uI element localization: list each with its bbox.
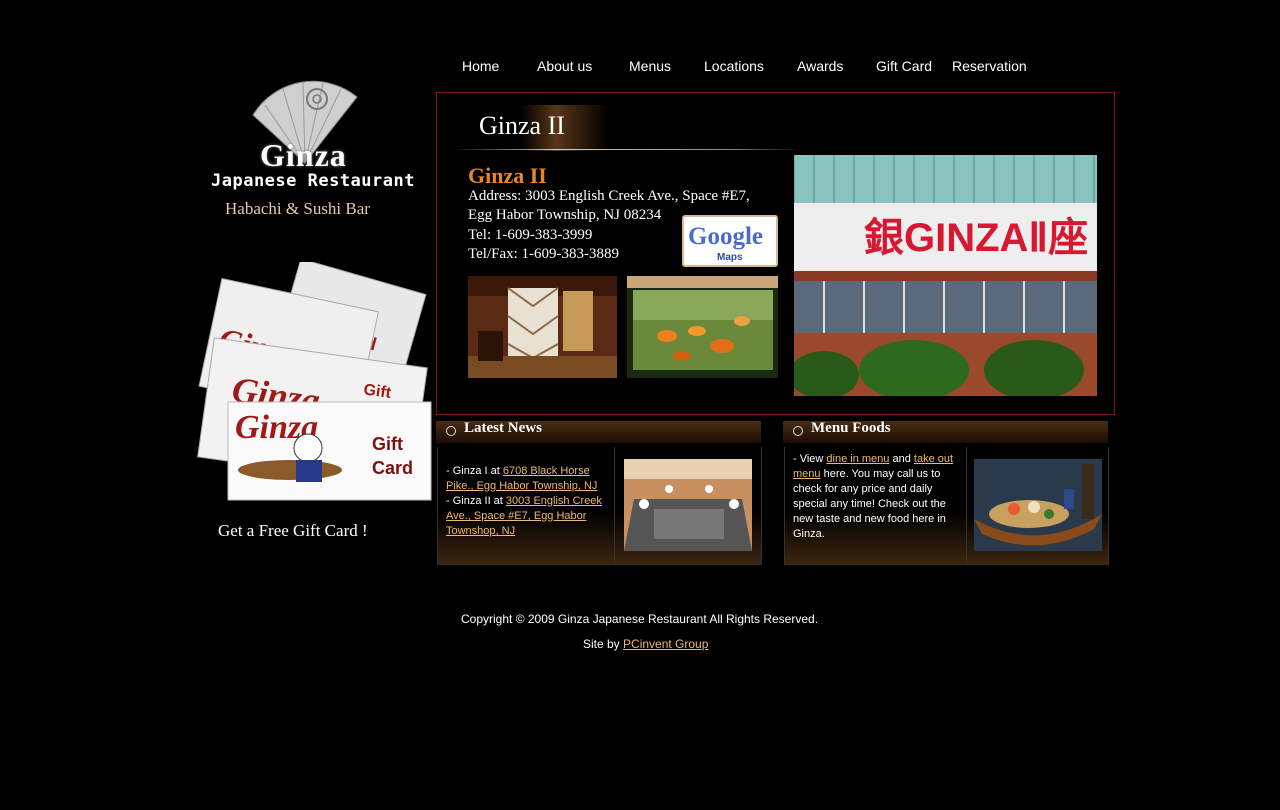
- latest-news-box: - Ginza I at 6708 Black Horse Pike., Egg…: [437, 447, 762, 565]
- latest-news-content: - Ginza I at 6708 Black Horse Pike., Egg…: [446, 464, 608, 539]
- svg-text:銀GINZAⅡ座: 銀GINZAⅡ座: [864, 216, 1088, 260]
- news-item-1-prefix: - Ginza I at: [446, 465, 503, 477]
- menu-foods-middle: and: [889, 453, 914, 465]
- location-name: Ginza II: [468, 163, 547, 188]
- location-address-line-1: Address: 3003 English Creek Ave., Space …: [468, 188, 750, 204]
- circle-bullet-icon: [446, 426, 456, 436]
- news-item-2-prefix: - Ginza II at: [446, 495, 506, 507]
- dine-in-menu-link[interactable]: dine in menu: [826, 453, 889, 465]
- nav-gift-card[interactable]: Gift Card: [876, 58, 932, 74]
- location-fax: Tel/Fax: 1-609-383-3889: [468, 246, 620, 262]
- latest-news-title: Latest News: [464, 420, 542, 436]
- menu-foods-box: - View dine in menu and take out menu he…: [784, 447, 1109, 565]
- nav-menus[interactable]: Menus: [629, 58, 671, 74]
- menu-foods-title: Menu Foods: [811, 420, 891, 436]
- free-gift-card-link[interactable]: Get a Free Gift Card !: [218, 521, 368, 541]
- nav-locations[interactable]: Locations: [704, 58, 764, 74]
- panel-divider: [451, 149, 801, 150]
- nav-awards[interactable]: Awards: [797, 58, 843, 74]
- location-tel: Tel: 1-609-383-3999: [468, 227, 593, 243]
- interior-photo[interactable]: [468, 276, 617, 378]
- menu-foods-header: Menu Foods: [783, 420, 1108, 443]
- google-maps-sub: Maps: [717, 252, 743, 263]
- restaurant-logo[interactable]: Ginza Japanese Restaurant Habachi & Sush…: [205, 75, 420, 225]
- circle-bullet-icon: [793, 426, 803, 436]
- svg-text:Gift: Gift: [372, 434, 403, 454]
- nav-reservation[interactable]: Reservation: [952, 58, 1027, 74]
- menu-foods-prefix: - View: [793, 453, 827, 465]
- menu-foods-content: - View dine in menu and take out menu he…: [793, 452, 968, 542]
- google-maps-brand: Google: [688, 223, 763, 250]
- nav-home[interactable]: Home: [462, 58, 499, 74]
- google-maps-button[interactable]: Google Maps: [682, 215, 778, 267]
- gift-cards-image[interactable]: Gift Card Ginza Ginza Gift Ginza Gift Ca…: [190, 258, 435, 504]
- nav-about-us[interactable]: About us: [537, 58, 592, 74]
- aquarium-photo[interactable]: [627, 276, 778, 378]
- location-panel: Ginza II Ginza II Address: 3003 English …: [436, 92, 1115, 415]
- pcinvent-link[interactable]: PCinvent Group: [623, 637, 708, 651]
- latest-news-header: Latest News: [436, 420, 761, 443]
- gift-card-stack-icon: Gift Card Ginza Ginza Gift Ginza Gift Ca…: [197, 258, 432, 501]
- copyright-text: Copyright © 2009 Ginza Japanese Restaura…: [461, 612, 819, 626]
- sushi-boat-photo[interactable]: [974, 459, 1102, 551]
- svg-text:Card: Card: [372, 458, 413, 478]
- logo-title: Ginza: [260, 137, 347, 173]
- logo-tagline: Habachi & Sushi Bar: [225, 199, 370, 218]
- logo-subtitle: Japanese Restaurant: [211, 171, 415, 191]
- site-credit: Site by PCinvent Group: [583, 637, 708, 651]
- hibachi-table-photo[interactable]: [624, 459, 752, 551]
- panel-header: Ginza II: [479, 111, 565, 140]
- site-by-label: Site by: [583, 637, 624, 651]
- menu-foods-divider: [966, 447, 967, 565]
- news-divider: [614, 447, 615, 565]
- storefront-photo[interactable]: 銀GINZAⅡ座: [794, 155, 1097, 396]
- location-address-line-2: Egg Habor Township, NJ 08234: [468, 207, 662, 223]
